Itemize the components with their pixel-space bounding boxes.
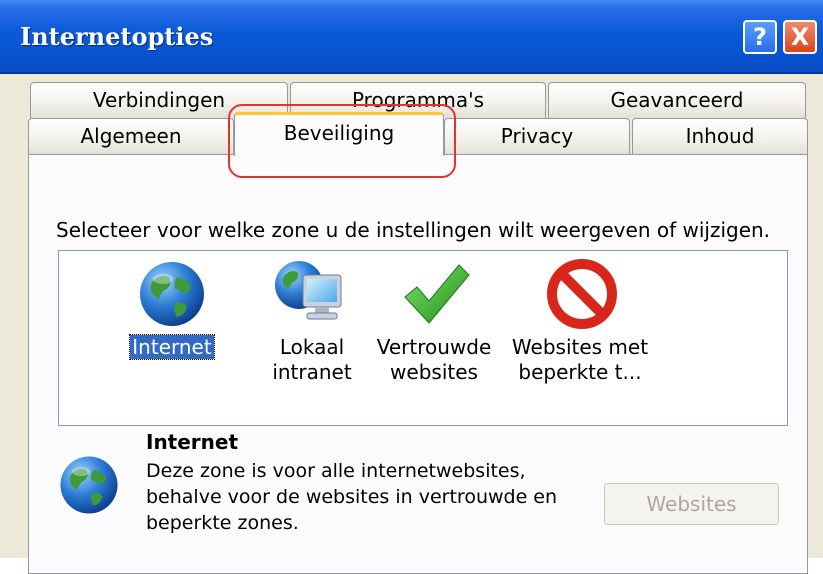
title-bar[interactable]: Internetopties ? X <box>0 0 823 74</box>
zone-label-trusted-sites: Vertrouwde websites <box>376 335 492 384</box>
zone-label-internet: Internet <box>129 334 215 360</box>
close-button[interactable]: X <box>783 20 817 54</box>
internet-options-window: Internetopties ? X Verbindingen Programm… <box>0 0 823 574</box>
window-title: Internetopties <box>20 22 214 51</box>
zone-internet[interactable]: Internet <box>97 251 247 421</box>
zone-list[interactable]: Internet Lokaal intranet Vertrouwde webs… <box>58 250 788 426</box>
no-entry-icon <box>547 259 617 329</box>
globe-icon <box>60 456 118 514</box>
globe-icon <box>140 262 204 326</box>
zone-label-restricted-sites: Websites met beperkte t... <box>511 335 649 384</box>
checkmark-icon <box>404 264 470 324</box>
tab-geavanceerd[interactable]: Geavanceerd <box>548 82 806 118</box>
highlight-annotation <box>228 104 456 178</box>
zone-info-title: Internet <box>146 430 239 454</box>
tab-inhoud[interactable]: Inhoud <box>632 118 808 154</box>
websites-button[interactable]: Websites <box>604 483 779 525</box>
zone-info-description: Deze zone is voor alle internetwebsites,… <box>146 460 558 534</box>
tab-privacy[interactable]: Privacy <box>444 118 630 154</box>
tab-algemeen[interactable]: Algemeen <box>28 118 234 154</box>
zone-restricted-sites[interactable]: Websites met beperkte t... <box>505 251 655 421</box>
zone-instruction: Selecteer voor welke zone u de instellin… <box>56 218 771 242</box>
help-button[interactable]: ? <box>743 20 777 54</box>
zone-trusted-sites[interactable]: Vertrouwde websites <box>359 251 509 421</box>
computer-globe-icon <box>275 261 342 320</box>
